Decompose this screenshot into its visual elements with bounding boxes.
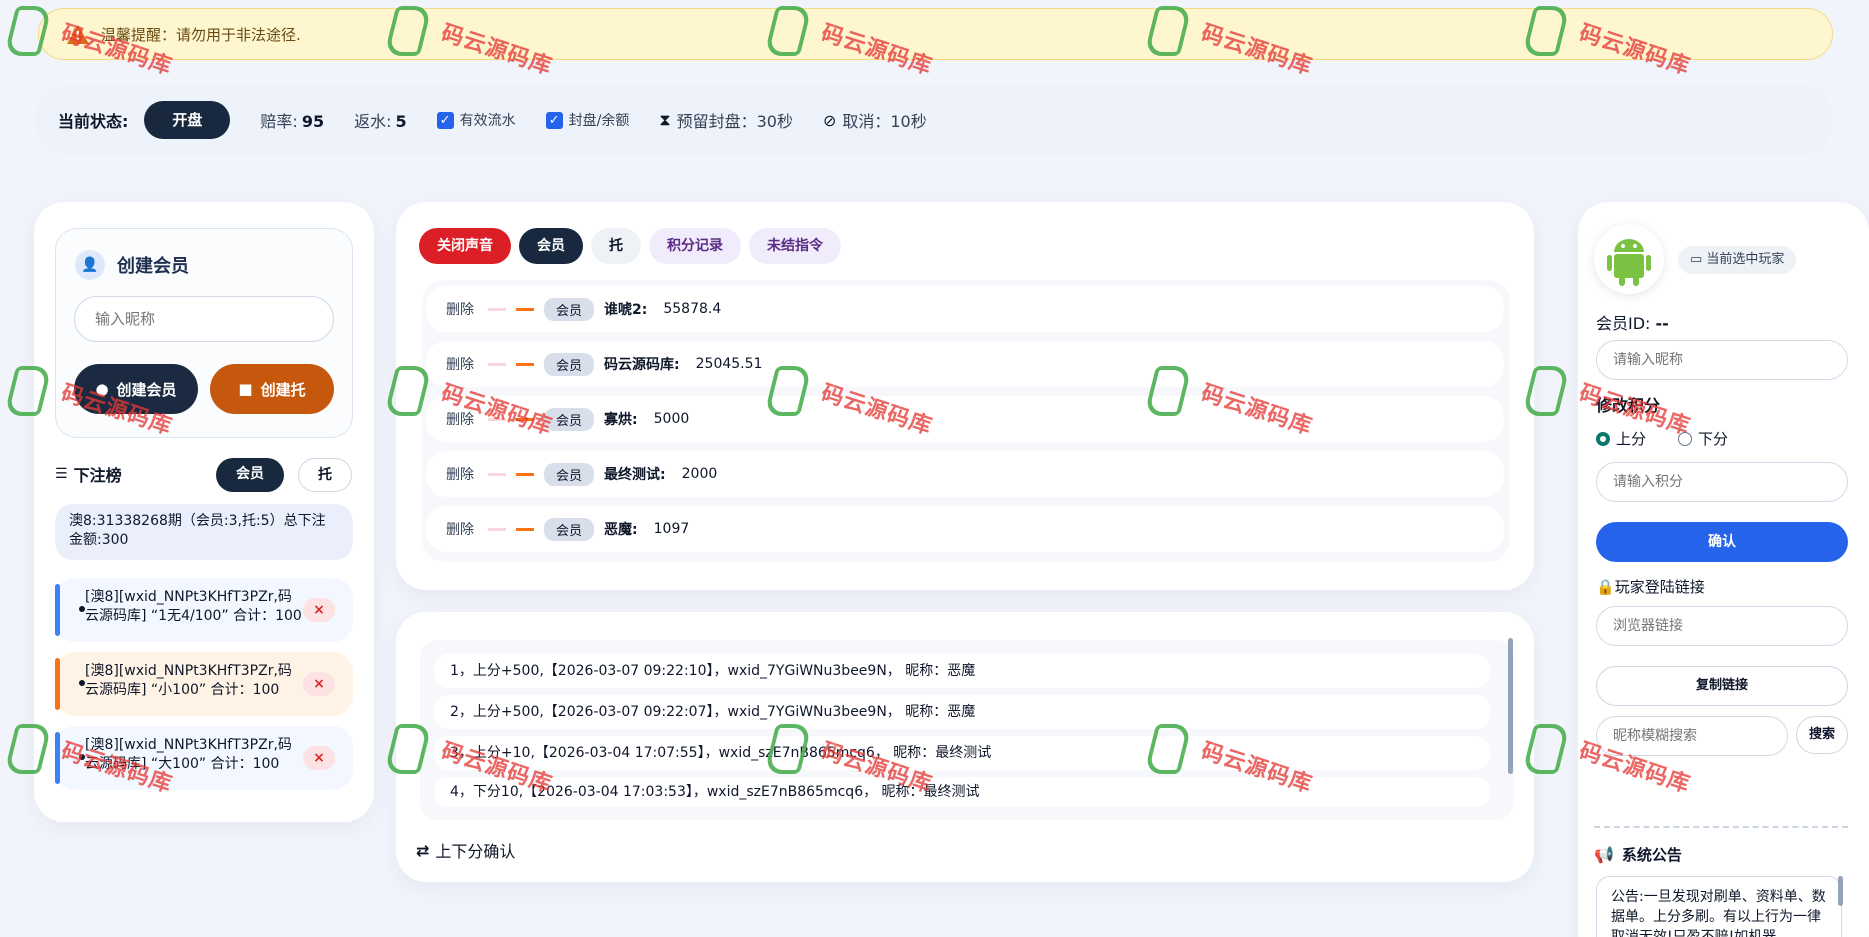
delete-link[interactable]: 删除	[446, 464, 474, 484]
warning-alert: 温馨提醒：请勿用于非法途径.	[38, 8, 1833, 60]
tab-pending-orders[interactable]: 未结指令	[749, 228, 841, 264]
bet-item: [澳8][wxid_NNPt3KHfT3PZr,码云源码库] “小100” 合计…	[55, 652, 353, 716]
check-icon: ✓	[545, 111, 563, 129]
user-icon: ●	[95, 380, 109, 398]
login-link-title: 🔒玩家登陆链接	[1596, 578, 1705, 596]
delete-link[interactable]: 删除	[446, 354, 474, 374]
member-score: 25045.51	[695, 356, 763, 372]
cancel-time: ⊘ 取消：10秒	[822, 110, 927, 132]
search-button[interactable]: 搜索	[1796, 716, 1848, 754]
copy-link-button[interactable]: 复制链接	[1596, 666, 1848, 706]
member-score: 55878.4	[663, 301, 722, 317]
member-row[interactable]: 删除 会员 码云源码库: 25045.51	[426, 341, 1504, 387]
notice-title: 📢 系统公告	[1594, 845, 1682, 864]
rank-tab-member[interactable]: 会员	[216, 458, 284, 492]
log-item: 4，下分10,【2026-03-04 17:03:53】，wxid_szE7nB…	[434, 777, 1490, 807]
bet-ranking-title: ☰ 下注榜	[55, 466, 122, 485]
member-name: 寡烘:	[604, 412, 638, 428]
list-icon: ☰	[55, 466, 68, 482]
delete-link[interactable]: 删除	[446, 519, 474, 539]
bet-item: [澳8][wxid_NNPt3KHfT3PZr,码云源码库] “1无4/100”…	[55, 578, 353, 642]
valid-flow-checkbox[interactable]: ✓ 有效流水	[436, 110, 516, 130]
create-bot-button[interactable]: ■ 创建托	[210, 364, 334, 414]
hourglass-icon: ⧗	[659, 110, 671, 129]
member-score: 1097	[653, 521, 690, 537]
odds: 赔率: 95	[260, 112, 325, 131]
tab-score-records[interactable]: 积分记录	[649, 228, 741, 264]
close-balance-checkbox[interactable]: ✓ 封盘/余额	[545, 110, 629, 130]
confirm-button[interactable]: 确认	[1596, 522, 1848, 562]
bet-summary: 澳8:31338268期（会员:3,托:5）总下注金额:300	[55, 504, 353, 560]
radio-up[interactable]	[1596, 431, 1610, 446]
log-item: 1，上分+500,【2026-03-07 09:22:10】，wxid_7YGi…	[434, 654, 1490, 688]
member-name: 谁唬2:	[604, 302, 648, 318]
member-id: 会员ID: --	[1596, 314, 1669, 333]
id-card-icon: ▭	[1690, 252, 1707, 267]
member-tag: 会员	[544, 352, 595, 376]
score-direction: 上分 下分	[1596, 428, 1728, 449]
ban-icon: ⊘	[822, 110, 837, 130]
member-tabs: 关闭声音 会员 托 积分记录 未结指令	[419, 228, 841, 264]
delete-link[interactable]: 删除	[446, 299, 474, 319]
selected-player-badge: ▭ 当前选中玩家	[1678, 246, 1797, 274]
reserve-close: ⧗ 预留封盘：30秒	[659, 110, 793, 131]
notice-scrollbar[interactable]	[1838, 876, 1843, 906]
nickname-input[interactable]	[74, 296, 334, 342]
score-input[interactable]	[1596, 462, 1848, 502]
member-row[interactable]: 删除 会员 寡烘: 5000	[426, 396, 1504, 442]
alert-text: 温馨提醒：请勿用于非法途径.	[101, 25, 301, 44]
member-name: 最终测试:	[604, 467, 666, 483]
tab-mute-sound[interactable]: 关闭声音	[419, 228, 511, 264]
delete-bet-button[interactable]: ×	[303, 746, 335, 770]
rebate: 返水: 5	[354, 112, 407, 131]
avatar	[1594, 224, 1664, 294]
score-confirm-label: ⇄ 上下分确认	[416, 840, 516, 862]
member-tag: 会员	[544, 407, 595, 431]
player-nickname-input[interactable]	[1596, 340, 1848, 380]
member-tag: 会员	[544, 462, 595, 486]
exchange-icon: ⇄	[416, 840, 430, 860]
member-row[interactable]: 删除 会员 最终测试: 2000	[426, 451, 1504, 497]
nickname-search-input[interactable]	[1596, 716, 1788, 756]
status-bar: 当前状态: 开盘 赔率: 95 返水: 5 ✓ 有效流水 ✓ 封盘/余额 ⧗ 预留封盘：3…	[34, 84, 1834, 156]
delete-link[interactable]: 删除	[446, 409, 474, 429]
member-tag: 会员	[544, 297, 595, 321]
lock-icon: 🔒	[1596, 578, 1615, 596]
radio-down[interactable]	[1678, 431, 1693, 446]
member-name: 恶魔:	[604, 522, 638, 538]
status-label: 当前状态:	[58, 112, 129, 131]
delete-bet-button[interactable]: ×	[303, 672, 335, 696]
member-row[interactable]: 删除 会员 恶魔: 1097	[426, 506, 1504, 552]
warning-icon	[67, 24, 89, 44]
log-item: 3，上分+10,【2026-03-04 17:07:55】，wxid_szE7n…	[434, 736, 1490, 770]
rank-tab-bot[interactable]: 托	[298, 458, 352, 492]
check-icon: ✓	[436, 111, 454, 129]
notice-text: 公告:一旦发现对刷单、资料单、数据单。上分多刷。有以上行为一律取消无效!只盈不赔…	[1596, 876, 1842, 937]
member-tag: 会员	[544, 517, 595, 541]
member-score: 5000	[653, 411, 690, 427]
delete-bet-button[interactable]: ×	[303, 598, 335, 622]
create-member-button[interactable]: ● 创建会员	[74, 364, 198, 414]
modify-score-title: 修改积分	[1596, 396, 1661, 415]
member-score: 2000	[681, 466, 718, 482]
browser-link-input[interactable]	[1596, 606, 1848, 646]
member-name: 码云源码库:	[604, 357, 680, 373]
log-scrollbar[interactable]	[1508, 638, 1513, 774]
create-member-title: 👤 创建会员	[75, 250, 189, 280]
divider	[1594, 826, 1848, 828]
user-plus-icon: 👤	[75, 250, 105, 280]
robot-icon: ■	[238, 380, 253, 398]
status-state-button[interactable]: 开盘	[144, 101, 231, 139]
log-item: 2，上分+500,【2026-03-07 09:22:07】，wxid_7YGi…	[434, 695, 1490, 729]
bet-item: [澳8][wxid_NNPt3KHfT3PZr,码云源码库] “大100” 合计…	[55, 726, 353, 790]
tab-member[interactable]: 会员	[519, 228, 583, 264]
member-row[interactable]: 删除 会员 谁唬2: 55878.4	[426, 286, 1504, 332]
tab-bot[interactable]: 托	[591, 228, 641, 264]
android-icon	[1607, 239, 1651, 286]
megaphone-icon: 📢	[1594, 845, 1614, 864]
